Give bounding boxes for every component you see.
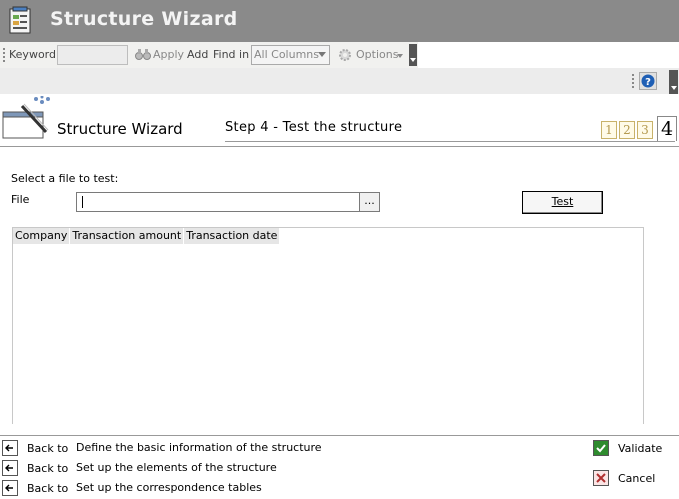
wizard-title: Structure Wizard — [57, 120, 183, 138]
step-indicator-3: 3 — [637, 121, 653, 139]
secondary-toolbar-grip[interactable] — [632, 74, 636, 88]
apply-button[interactable]: Apply — [153, 48, 184, 61]
secondary-toolbar — [0, 68, 679, 94]
cancel-label: Cancel — [618, 471, 656, 485]
select-file-label: Select a file to test: — [11, 172, 119, 185]
title-bar: Structure Wizard — [0, 0, 679, 42]
test-button[interactable]: Test — [522, 191, 603, 214]
help-icon[interactable]: ? — [639, 72, 657, 90]
back-label: Back to — [27, 441, 69, 455]
column-header-transaction-amount[interactable]: Transaction amount — [70, 228, 185, 244]
step-indicator-2: 2 — [619, 121, 635, 139]
back-arrow-icon — [2, 480, 18, 496]
column-header-company[interactable]: Company — [13, 228, 71, 244]
binoculars-icon — [135, 47, 151, 64]
secondary-overflow-button[interactable] — [669, 70, 678, 94]
file-label: File — [11, 193, 30, 206]
back-arrow-icon — [2, 440, 18, 456]
step-indicator-1: 1 — [601, 121, 617, 139]
back-link-basic-info[interactable]: Back to Define the basic information of … — [2, 440, 322, 456]
step-title-underline — [225, 141, 675, 142]
back-link-elements[interactable]: Back to Set up the elements of the struc… — [2, 460, 277, 476]
test-button-label: Test — [551, 195, 574, 208]
cancel-button[interactable]: Cancel — [593, 470, 655, 486]
validate-button[interactable]: Validate — [593, 440, 662, 456]
back-target-label: Set up the correspondence tables — [76, 481, 262, 494]
options-gear-icon — [337, 47, 353, 66]
column-header-transaction-date[interactable]: Transaction date — [184, 228, 281, 244]
back-link-correspondence-tables[interactable]: Back to Set up the correspondence tables — [2, 480, 262, 496]
back-arrow-icon — [2, 460, 18, 476]
header-divider — [0, 146, 679, 147]
wizard-app-icon — [9, 6, 33, 34]
checkmark-icon — [593, 440, 609, 456]
step-title: Step 4 - Test the structure — [225, 120, 403, 135]
back-label: Back to — [27, 481, 69, 495]
find-in-label: Find in — [213, 48, 250, 61]
window-title: Structure Wizard — [50, 8, 238, 30]
wizard-pencil-icon — [2, 95, 54, 140]
back-label: Back to — [27, 461, 69, 475]
add-button[interactable]: Add — [187, 48, 208, 61]
close-icon — [593, 470, 609, 486]
keyword-label: Keyword — [9, 48, 56, 61]
step-indicator-current: 4 — [657, 116, 677, 141]
back-target-label: Set up the elements of the structure — [76, 461, 277, 474]
svg-text:?: ? — [645, 77, 651, 88]
toolbar-grip[interactable] — [3, 48, 7, 62]
browse-button[interactable]: ... — [359, 192, 380, 212]
find-in-selected-value: All Columns — [254, 48, 319, 61]
text-caret — [82, 196, 83, 208]
options-chevron-down-icon — [397, 54, 403, 58]
toolbar-overflow-button[interactable] — [409, 44, 417, 66]
options-button[interactable]: Options — [356, 48, 398, 61]
grid-header: Company Transaction amount Transaction d… — [13, 228, 281, 244]
validate-label: Validate — [618, 441, 663, 455]
file-path-input[interactable] — [76, 192, 360, 212]
keyword-input[interactable] — [57, 45, 128, 65]
find-in-select[interactable]: All Columns — [251, 45, 330, 65]
chevron-down-icon — [318, 52, 326, 57]
back-target-label: Define the basic information of the stru… — [76, 441, 322, 454]
footer-divider — [0, 435, 679, 436]
results-grid[interactable]: Company Transaction amount Transaction d… — [12, 227, 644, 424]
toolbar-empty-area — [418, 42, 679, 68]
